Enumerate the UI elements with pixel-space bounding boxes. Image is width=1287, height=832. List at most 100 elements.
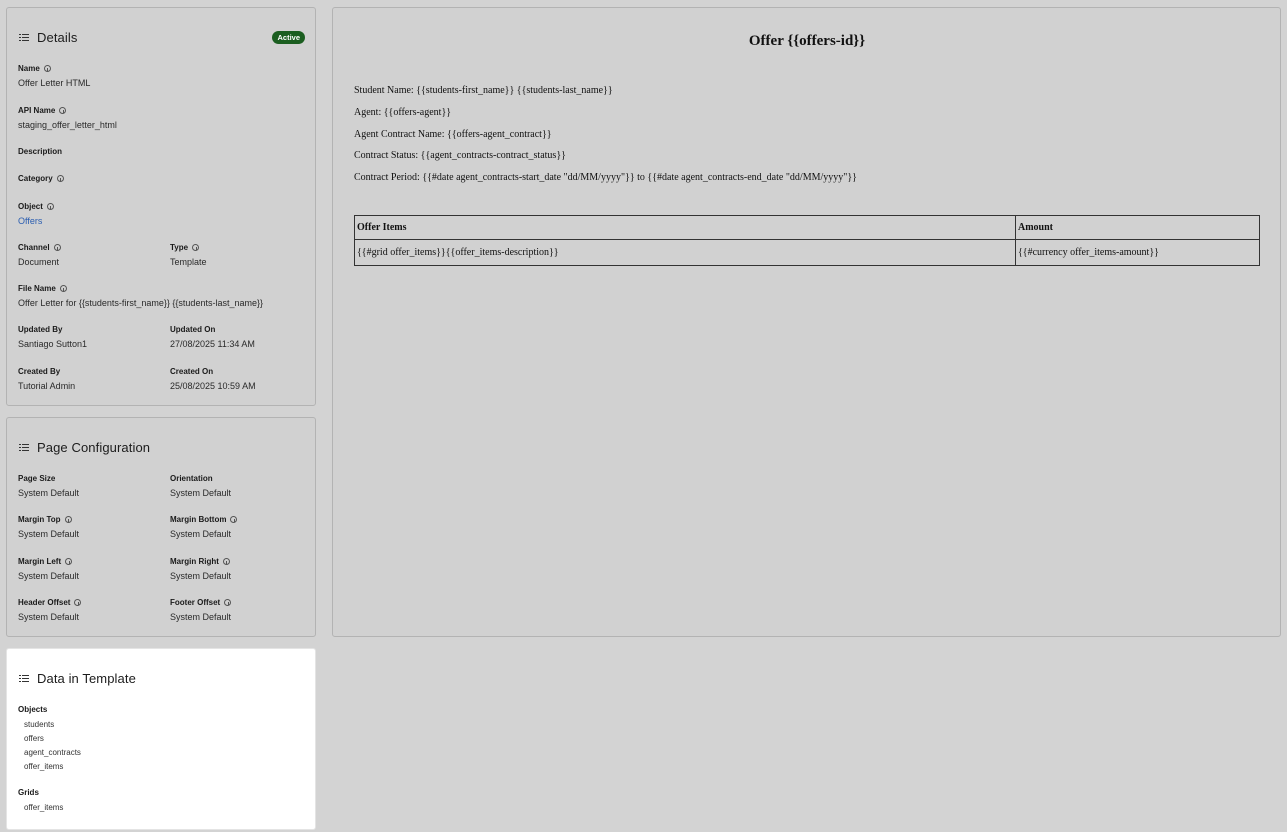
details-panel: Details Active Name Offer Letter HTML AP…	[6, 7, 316, 406]
name-field: Name Offer Letter HTML	[18, 64, 90, 88]
info-icon[interactable]	[59, 107, 67, 114]
updated-by-label: Updated By	[18, 325, 63, 334]
created-on-value: 25/08/2025 10:59 AM	[170, 381, 256, 391]
info-icon[interactable]	[65, 558, 73, 565]
status-badge: Active	[272, 31, 305, 44]
description-field: Description	[18, 147, 62, 156]
type-value: Template	[170, 257, 207, 267]
details-title: Details	[37, 30, 78, 45]
info-icon[interactable]	[53, 244, 61, 251]
header-offset-label: Header Offset	[18, 598, 71, 607]
info-icon[interactable]	[64, 516, 72, 523]
margin-right-value: System Default	[170, 571, 232, 581]
type-field: Type Template	[170, 243, 207, 267]
document-title: Offer {{offers-id}}	[748, 33, 866, 49]
info-icon[interactable]	[224, 599, 232, 606]
grids-list: Grids offer_items	[18, 788, 63, 817]
list-item: offer_items	[24, 803, 64, 812]
grids-label: Grids	[18, 788, 39, 797]
list-item: offers	[24, 734, 44, 743]
margin-right-label: Margin Right	[170, 557, 219, 566]
file-name-field: File Name Offer Letter for {{students-fi…	[18, 284, 263, 308]
name-value: Offer Letter HTML	[18, 78, 91, 88]
amount-header: Amount	[1015, 215, 1260, 240]
name-label: Name	[18, 64, 40, 73]
page-configuration-panel: Page Configuration Page Size System Defa…	[6, 417, 316, 637]
channel-field: Channel Document	[18, 243, 61, 267]
created-on-label: Created On	[170, 367, 214, 376]
description-label: Description	[18, 147, 63, 156]
orientation-value: System Default	[170, 488, 232, 498]
margin-bottom-label: Margin Bottom	[170, 515, 227, 524]
updated-by-field: Updated By Santiago Sutton1	[18, 325, 87, 349]
student-name-line: Student Name: {{students-first_name}} {{…	[354, 85, 613, 96]
page-configuration-header: Page Configuration	[19, 440, 150, 455]
info-icon[interactable]	[74, 599, 82, 606]
margin-top-field: Margin Top System Default	[18, 515, 79, 539]
list-icon	[19, 674, 29, 683]
page-size-field: Page Size System Default	[18, 474, 79, 498]
objects-list: Objects students offers agent_contracts …	[18, 705, 81, 776]
info-icon[interactable]	[222, 558, 230, 565]
page-size-value: System Default	[18, 488, 80, 498]
list-item: students	[24, 720, 55, 729]
data-in-template-panel: Data in Template Objects students offers…	[6, 648, 316, 830]
list-icon	[19, 443, 29, 452]
channel-label: Channel	[18, 243, 50, 252]
margin-left-value: System Default	[18, 571, 80, 581]
offer-item-amount-cell: {{#currency offer_items-amount}}	[1015, 239, 1260, 266]
page-size-label: Page Size	[18, 474, 56, 483]
margin-top-value: System Default	[18, 529, 80, 539]
category-field: Category	[18, 174, 64, 183]
created-by-value: Tutorial Admin	[18, 381, 76, 391]
header-offset-field: Header Offset System Default	[18, 598, 82, 622]
margin-bottom-value: System Default	[170, 529, 232, 539]
category-label: Category	[18, 174, 53, 183]
template-preview-panel: Offer {{offers-id}} Student Name: {{stud…	[332, 7, 1281, 637]
margin-top-label: Margin Top	[18, 515, 61, 524]
table-header-row: Offer Items Amount	[354, 215, 1260, 240]
margin-left-field: Margin Left System Default	[18, 557, 79, 581]
offer-items-header: Offer Items	[354, 215, 1016, 240]
type-label: Type	[170, 243, 189, 252]
details-header: Details	[19, 30, 77, 45]
created-on-field: Created On 25/08/2025 10:59 AM	[170, 367, 256, 391]
footer-offset-value: System Default	[170, 612, 232, 622]
object-link[interactable]: Offers	[18, 216, 54, 226]
updated-on-value: 27/08/2025 11:34 AM	[170, 339, 255, 349]
info-icon[interactable]	[46, 203, 54, 210]
objects-label: Objects	[18, 705, 48, 714]
orientation-field: Orientation System Default	[170, 474, 231, 498]
table-row: {{#grid offer_items}}{{offer_items-descr…	[354, 239, 1260, 266]
margin-right-field: Margin Right System Default	[170, 557, 231, 581]
page-configuration-title: Page Configuration	[37, 440, 151, 455]
object-field: Object Offers	[18, 202, 54, 226]
object-label: Object	[18, 202, 43, 211]
offer-item-description-cell: {{#grid offer_items}}{{offer_items-descr…	[354, 239, 1016, 266]
contract-period-line: Contract Period: {{#date agent_contracts…	[354, 172, 857, 183]
info-icon[interactable]	[192, 244, 200, 251]
api-name-label: API Name	[18, 106, 56, 115]
agent-contract-line: Agent Contract Name: {{offers-agent_cont…	[354, 129, 552, 140]
info-icon[interactable]	[56, 175, 64, 182]
info-icon[interactable]	[43, 65, 51, 72]
data-in-template-title: Data in Template	[37, 671, 136, 686]
orientation-label: Orientation	[170, 474, 213, 483]
updated-on-field: Updated On 27/08/2025 11:34 AM	[170, 325, 255, 349]
created-by-label: Created By	[18, 367, 61, 376]
updated-by-value: Santiago Sutton1	[18, 339, 88, 349]
file-name-label: File Name	[18, 284, 56, 293]
file-name-value: Offer Letter for {{students-first_name}}…	[18, 298, 263, 308]
info-icon[interactable]	[230, 516, 238, 523]
margin-left-label: Margin Left	[18, 557, 62, 566]
info-icon[interactable]	[59, 285, 67, 292]
agent-line: Agent: {{offers-agent}}	[354, 107, 452, 118]
api-name-value: staging_offer_letter_html	[18, 120, 117, 130]
list-item: agent_contracts	[24, 748, 81, 757]
list-item: offer_items	[24, 762, 64, 771]
updated-on-label: Updated On	[170, 325, 216, 334]
list-icon	[19, 33, 29, 42]
margin-bottom-field: Margin Bottom System Default	[170, 515, 238, 539]
channel-value: Document	[18, 257, 60, 267]
created-by-field: Created By Tutorial Admin	[18, 367, 75, 391]
